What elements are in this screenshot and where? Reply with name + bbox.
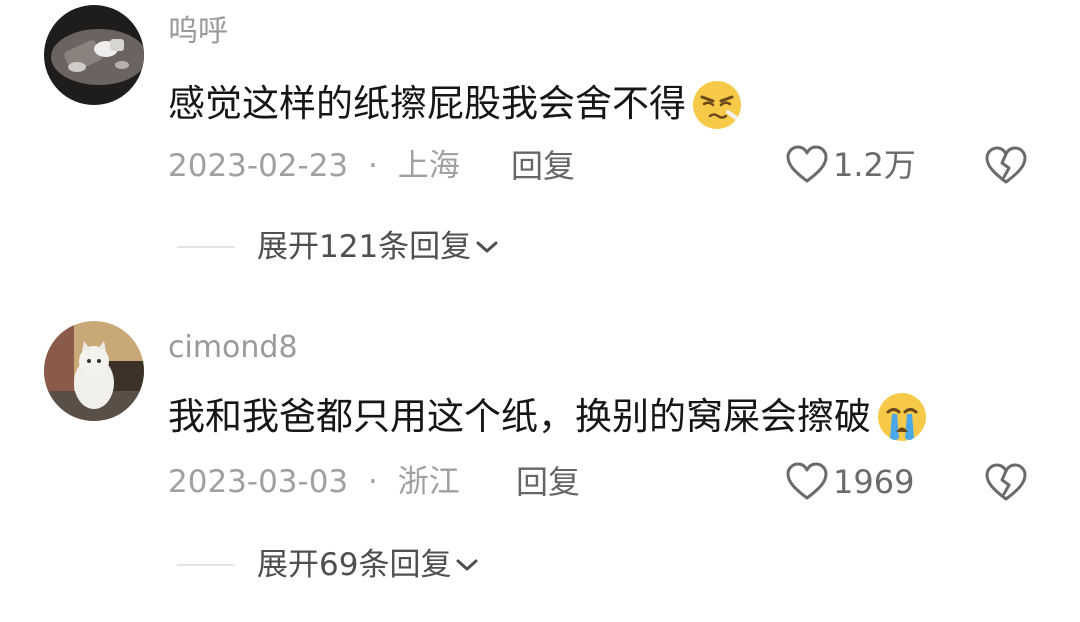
reply-button[interactable]: 回复 bbox=[516, 462, 580, 502]
broken-heart-icon bbox=[985, 463, 1027, 501]
username[interactable]: cimond8 bbox=[168, 328, 298, 368]
like-count: 1.2万 bbox=[833, 146, 916, 184]
comment-date: 2023-02-23 bbox=[168, 148, 349, 184]
expand-replies-label: 展开121条回复 bbox=[257, 229, 472, 265]
username[interactable]: 呜呼 bbox=[168, 12, 228, 52]
like-button[interactable]: 1.2万 bbox=[785, 145, 916, 185]
broken-heart-icon bbox=[985, 146, 1027, 184]
heart-icon bbox=[786, 145, 828, 183]
comment-body: 我和我爸都只用这个纸，换别的窝屎会擦破 bbox=[168, 395, 871, 438]
expand-replies-button[interactable]: 展开121条回复 bbox=[257, 227, 499, 267]
comment-meta: 2023-03-03 · 浙江 bbox=[168, 462, 460, 502]
comment-date: 2023-03-03 bbox=[168, 464, 349, 500]
meta-separator: · bbox=[368, 148, 378, 184]
avatar[interactable] bbox=[44, 321, 144, 421]
smirk-emoji-icon bbox=[688, 75, 746, 133]
crying-emoji-icon bbox=[873, 388, 931, 446]
reply-button[interactable]: 回复 bbox=[511, 146, 575, 186]
comment-location: 浙江 bbox=[397, 464, 460, 500]
avatar[interactable] bbox=[44, 5, 144, 105]
meta-separator: · bbox=[368, 464, 378, 500]
comment-location: 上海 bbox=[397, 148, 460, 184]
expand-divider bbox=[177, 564, 235, 566]
expand-divider bbox=[177, 246, 235, 248]
comment-text: 感觉这样的纸擦屁股我会舍不得 bbox=[168, 75, 746, 133]
dislike-button[interactable] bbox=[984, 146, 1028, 190]
like-count: 1969 bbox=[833, 463, 915, 501]
expand-replies-button[interactable]: 展开69条回复 bbox=[257, 545, 479, 585]
comment-meta: 2023-02-23 · 上海 bbox=[168, 146, 460, 186]
comment-text: 我和我爸都只用这个纸，换别的窝屎会擦破 bbox=[168, 388, 931, 446]
chevron-down-icon bbox=[456, 559, 478, 571]
heart-icon bbox=[786, 462, 828, 500]
comment-body: 感觉这样的纸擦屁股我会舍不得 bbox=[168, 82, 686, 125]
like-button[interactable]: 1969 bbox=[785, 462, 914, 502]
chevron-down-icon bbox=[476, 241, 498, 253]
expand-replies-label: 展开69条回复 bbox=[257, 547, 452, 583]
dislike-button[interactable] bbox=[984, 463, 1028, 507]
